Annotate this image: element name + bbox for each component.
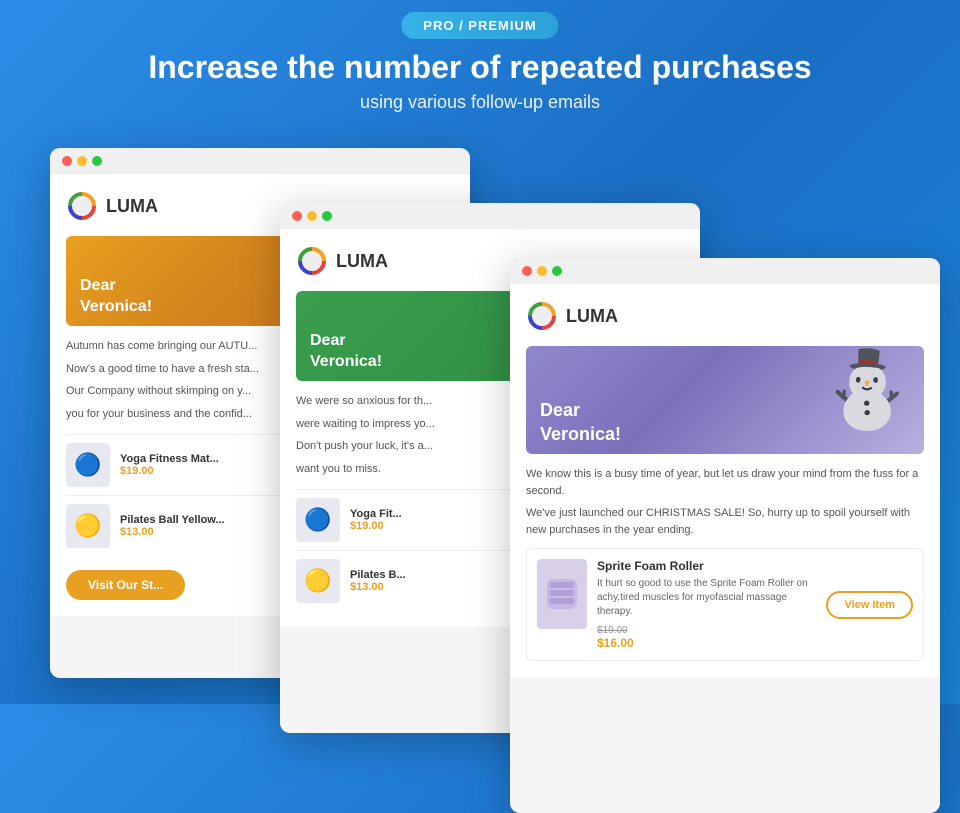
product-thumb-fancy [537,559,587,629]
product-new-price: $16.00 [597,636,816,650]
dot-red-2 [292,211,302,221]
roller-icon [542,569,582,619]
badge-label: PRO / PREMIUM [423,18,536,33]
product-thumb-2b: 🟡 [296,559,340,603]
dot-yellow-2 [307,211,317,221]
luma-logo-3: LUMA [526,300,924,332]
view-item-button[interactable]: View Item [826,591,913,619]
hero-summer-text: DearVeronica! [310,331,382,373]
product-name-1b: Pilates Ball Yellow... [120,514,225,526]
card-titlebar-3 [510,258,940,284]
product-old-price: $19.00 [597,625,816,636]
card3-text-2: We've just launched our CHRISTMAS SALE! … [526,505,924,538]
product-name-2a: Yoga Fit... [350,508,402,520]
main-title: Increase the number of repeated purchase… [0,48,960,86]
product-thumb-1a: 🔵 [66,443,110,487]
cards-area: LUMA DearVeronica! Autumn has come bring… [50,148,910,704]
product-info-fancy: Sprite Foam Roller It hurt so good to us… [597,559,816,650]
product-price-2a: $19.00 [350,520,402,532]
dot-green-1 [92,156,102,166]
hero-autumn-text: DearVeronica! [80,276,152,318]
product-thumb-2a: 🔵 [296,498,340,542]
hero-christmas-text: DearVeronica! [540,399,621,446]
brand-name-2: LUMA [336,251,388,272]
hero-christmas: DearVeronica! [526,346,924,454]
product-name-1a: Yoga Fitness Mat... [120,453,219,465]
headline-section: Increase the number of repeated purchase… [0,48,960,113]
card-titlebar-1 [50,148,470,174]
visit-store-button-1[interactable]: Visit Our St... [66,570,185,600]
email-card-christmas: LUMA DearVeronica! We know this is a bus… [510,258,940,813]
card3-text-1: We know this is a busy time of year, but… [526,466,924,499]
product-info-2b: Pilates B... $13.00 [350,569,406,593]
dot-green-2 [322,211,332,221]
product-price-1a: $19.00 [120,465,219,477]
dot-red-1 [62,156,72,166]
product-info-1b: Pilates Ball Yellow... $13.00 [120,514,225,538]
card-body-3: LUMA DearVeronica! We know this is a bus… [510,284,940,677]
product-price-2b: $13.00 [350,581,406,593]
product-name-fancy: Sprite Foam Roller [597,559,816,573]
product-name-2b: Pilates B... [350,569,406,581]
product-info-1a: Yoga Fitness Mat... $19.00 [120,453,219,477]
card-titlebar-2 [280,203,700,229]
luma-icon-1 [66,190,98,222]
dot-red-3 [522,266,532,276]
dot-yellow-1 [77,156,87,166]
luma-icon-2 [296,245,328,277]
product-desc-fancy: It hurt so good to use the Sprite Foam R… [597,577,816,619]
product-price-1b: $13.00 [120,526,225,538]
product-row-fancy: Sprite Foam Roller It hurt so good to us… [526,548,924,661]
dot-yellow-3 [537,266,547,276]
brand-name-3: LUMA [566,306,618,327]
main-subtitle: using various follow-up emails [0,92,960,113]
product-info-2a: Yoga Fit... $19.00 [350,508,402,532]
pro-badge: PRO / PREMIUM [401,12,558,39]
luma-icon-3 [526,300,558,332]
dot-green-3 [552,266,562,276]
product-thumb-1b: 🟡 [66,504,110,548]
brand-name-1: LUMA [106,196,158,217]
